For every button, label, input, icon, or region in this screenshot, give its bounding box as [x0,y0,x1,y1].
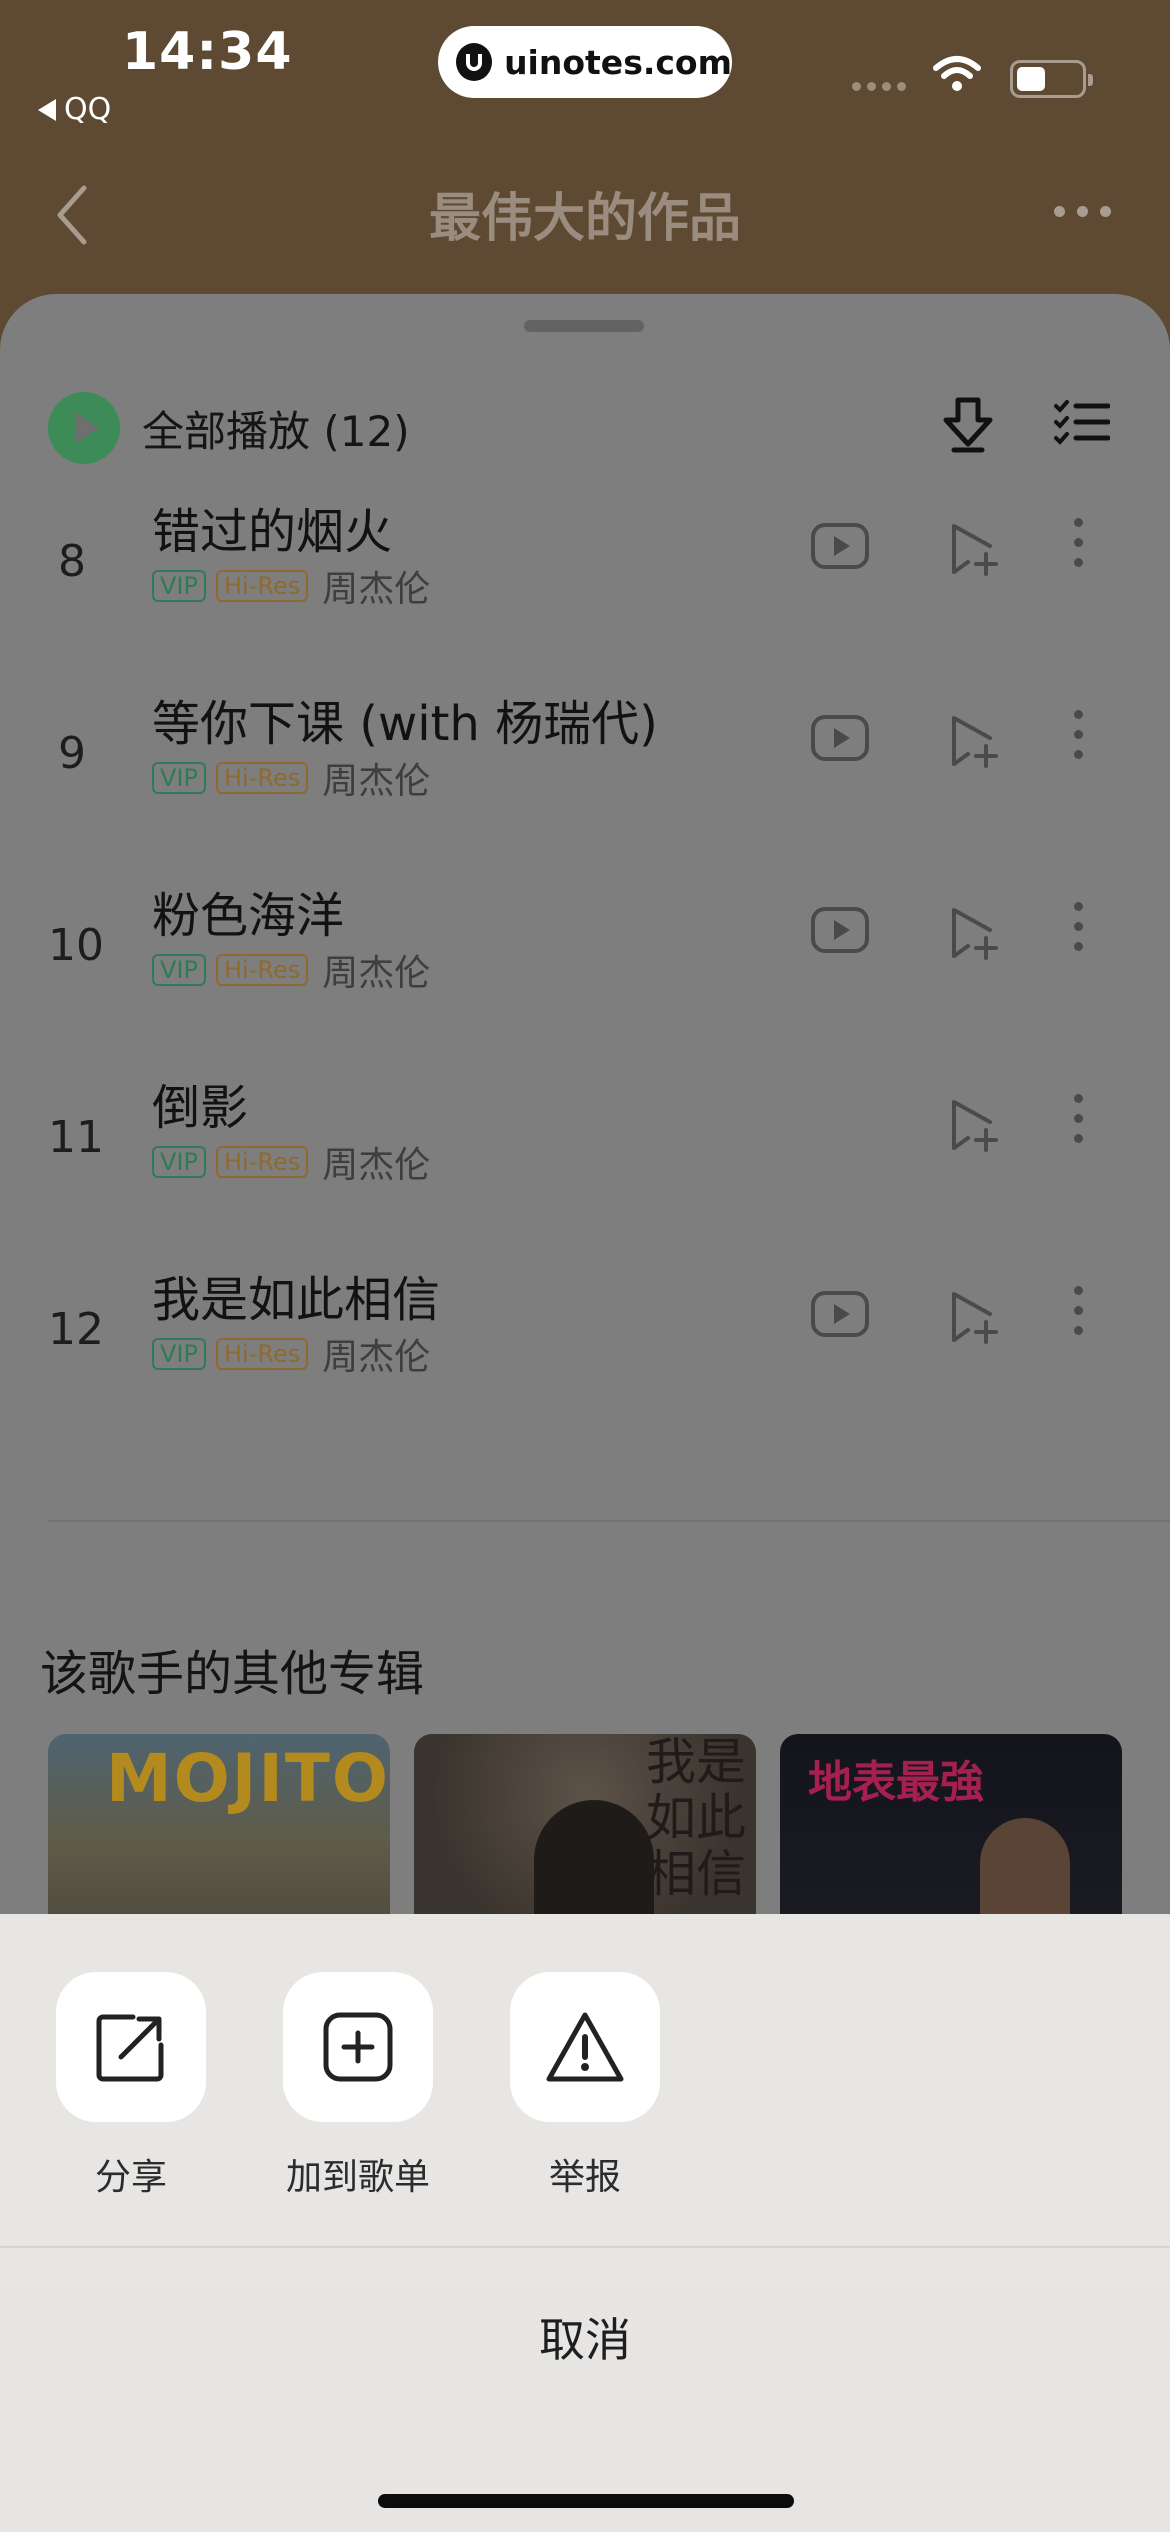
report-icon [546,2012,624,2082]
share-icon [96,2014,164,2082]
url-pill[interactable]: uinotes.com [438,26,732,98]
status-bar: 14:34 QQ uinotes.com [0,0,1170,150]
download-icon[interactable] [940,394,996,454]
page-title: 最伟大的作品 [428,189,741,249]
song-number: 9 [58,728,86,779]
report-button[interactable]: 举报 [510,1972,660,2200]
play-all-button[interactable]: 全部播放 (12) [48,392,410,464]
song-meta: VIP Hi-Res 周杰伦 [152,1328,430,1380]
hi-res-badge: Hi-Res [215,1338,309,1370]
report-icon-tile [510,1972,660,2122]
cellular-signal-icon [852,82,906,91]
vip-badge: VIP [152,1338,206,1370]
song-more-icon[interactable] [1074,902,1083,951]
cancel-button[interactable]: 取消 [0,2304,1170,2370]
song-meta: VIP Hi-Res 周杰伦 [152,752,430,804]
song-meta: VIP Hi-Res 周杰伦 [152,944,430,996]
song-more-icon[interactable] [1074,1286,1083,1335]
song-title: 倒影 [152,1080,249,1136]
add-to-playlist-icon[interactable] [950,1098,1002,1154]
song-title: 粉色海洋 [152,888,345,944]
vip-badge: VIP [152,570,206,602]
song-list-sheet: 全部播放 (12) 8 错过的烟火 VIP Hi-Res 周杰伦 9 等你下课 … [0,294,1170,1914]
add-to-playlist-label: 加到歌单 [285,2157,430,2198]
more-options-icon[interactable] [1054,206,1111,217]
song-more-icon[interactable] [1074,518,1083,567]
battery-icon [1010,60,1093,98]
song-meta: VIP Hi-Res 周杰伦 [152,560,430,612]
music-video-icon[interactable] [810,714,870,762]
wifi-icon [933,56,981,91]
album-cover-art: MOJITO [106,1740,390,1817]
section-divider [48,1520,1170,1522]
share-button[interactable]: 分享 [56,1972,206,2200]
song-number: 8 [58,536,86,587]
album-cover-mojito[interactable]: MOJITO [48,1734,390,1914]
status-time: 14:34 [122,22,293,82]
url-text: uinotes.com [504,42,732,82]
site-logo-icon [456,43,493,81]
song-number: 12 [48,1304,104,1355]
back-triangle-icon [38,98,56,121]
music-video-icon[interactable] [810,906,870,954]
album-cover-wo-shi-ru-ci-xiang-xin[interactable]: 我是如此相信 [414,1734,756,1914]
song-artist: 周杰伦 [322,569,431,610]
back-to-app-link[interactable]: QQ [38,92,111,127]
add-to-playlist-icon-tile [283,1972,433,2122]
album-figure [980,1818,1070,1914]
song-row[interactable]: 11 倒影 VIP Hi-Res 周杰伦 [0,1068,1170,1258]
play-icon [48,392,120,464]
other-albums-title: 该歌手的其他专辑 [40,1646,425,1702]
add-to-playlist-icon [323,2012,393,2082]
add-to-playlist-icon[interactable] [950,1290,1002,1346]
share-label: 分享 [94,2157,167,2198]
multi-select-icon[interactable] [1054,400,1110,446]
song-row[interactable]: 10 粉色海洋 VIP Hi-Res 周杰伦 [0,876,1170,1066]
play-all-label: 全部播放 (12) [142,406,410,456]
hi-res-badge: Hi-Res [215,954,309,986]
hi-res-badge: Hi-Res [215,762,309,794]
song-title: 等你下课 (with 杨瑞代) [152,696,658,752]
music-video-icon[interactable] [810,1290,870,1338]
song-artist: 周杰伦 [322,761,431,802]
report-label: 举报 [548,2157,621,2198]
song-number: 11 [48,1112,104,1163]
action-sheet: 分享 加到歌单 举报 取消 [0,1914,1170,2532]
hi-res-badge: Hi-Res [215,570,309,602]
vip-badge: VIP [152,954,206,986]
song-title: 我是如此相信 [152,1272,441,1328]
song-artist: 周杰伦 [322,953,431,994]
add-to-playlist-button[interactable]: 加到歌单 [283,1972,433,2200]
song-number: 10 [48,920,104,971]
sheet-grabber[interactable] [524,320,644,332]
song-more-icon[interactable] [1074,1094,1083,1143]
vip-badge: VIP [152,1146,206,1178]
album-cover-art: 我是如此相信 [646,1734,746,1903]
song-row[interactable]: 9 等你下课 (with 杨瑞代) VIP Hi-Res 周杰伦 [0,684,1170,874]
song-more-icon[interactable] [1074,710,1083,759]
action-sheet-divider [0,2246,1170,2248]
album-cover-art: 地表最強 [808,1757,984,1808]
add-to-playlist-icon[interactable] [950,714,1002,770]
song-meta: VIP Hi-Res 周杰伦 [152,1136,430,1188]
nav-bar: 最伟大的作品 [0,150,1170,290]
song-row[interactable]: 8 错过的烟火 VIP Hi-Res 周杰伦 [0,492,1170,682]
song-row[interactable]: 12 我是如此相信 VIP Hi-Res 周杰伦 [0,1260,1170,1450]
song-artist: 周杰伦 [322,1337,431,1378]
add-to-playlist-icon[interactable] [950,522,1002,578]
song-title: 错过的烟火 [152,504,393,560]
add-to-playlist-icon[interactable] [950,906,1002,962]
vip-badge: VIP [152,762,206,794]
home-indicator [378,2494,794,2508]
hi-res-badge: Hi-Res [215,1146,309,1178]
album-cover-di-biao-zui-qiang[interactable]: 地表最強 [780,1734,1122,1914]
song-artist: 周杰伦 [322,1145,431,1186]
share-icon-tile [56,1972,206,2122]
music-video-icon[interactable] [810,522,870,570]
back-app-label: QQ [64,92,112,127]
